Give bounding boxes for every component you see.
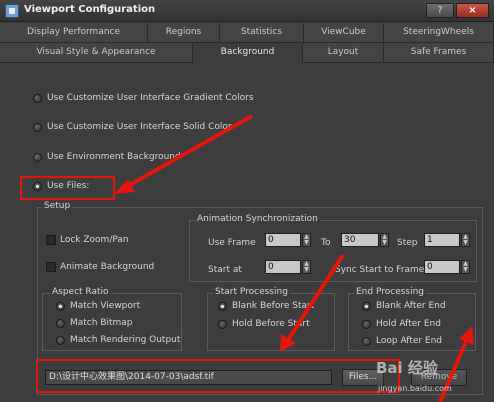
title-bar: Viewport Configuration ? × — [0, 0, 494, 22]
animate-background-checkbox[interactable] — [46, 262, 56, 272]
animation-sync-label: Animation Synchronization — [195, 214, 320, 224]
close-button[interactable]: × — [456, 3, 489, 18]
label-match-rendering-output: Match Rendering Output — [70, 335, 181, 345]
lock-zoom-pan-checkbox[interactable] — [46, 235, 56, 245]
label-match-bitmap: Match Bitmap — [70, 318, 133, 328]
radio-match-rendering-output[interactable] — [56, 336, 65, 345]
end-processing-label: End Processing — [354, 287, 427, 297]
app-icon — [5, 4, 19, 18]
radio-loop-after-end[interactable] — [362, 337, 371, 346]
tab-layout[interactable]: Layout — [303, 43, 384, 63]
help-button[interactable]: ? — [426, 3, 454, 18]
tab-background[interactable]: Background — [193, 43, 303, 63]
step-arrows-icon[interactable]: ▲ ▼ — [461, 233, 470, 247]
baidu-watermark-url: jingyan.baidu.com — [378, 384, 452, 393]
step-field[interactable]: 1 — [424, 233, 460, 247]
aspect-ratio-label: Aspect Ratio — [50, 287, 111, 297]
start-processing-label: Start Processing — [213, 287, 290, 297]
label-environment-background: Use Environment Background — [47, 152, 181, 162]
use-frame-label: Use Frame — [208, 238, 256, 248]
start-at-field[interactable]: 0 — [265, 260, 301, 274]
label-hold-after-end: Hold After End — [376, 319, 441, 329]
animate-background-label: Animate Background — [60, 262, 155, 272]
to-label: To — [321, 238, 331, 248]
tab-steeringwheels[interactable]: SteeringWheels — [384, 23, 494, 43]
tab-row-1: Display Performance Regions Statistics V… — [0, 23, 494, 43]
sync-start-field[interactable]: 0 — [424, 260, 460, 274]
use-frame-arrows-icon[interactable]: ▲ ▼ — [302, 233, 311, 247]
sync-start-arrows-icon[interactable]: ▲ ▼ — [461, 260, 470, 274]
tab-statistics[interactable]: Statistics — [220, 23, 304, 43]
step-label: Step — [397, 238, 418, 248]
lock-zoom-pan-label: Lock Zoom/Pan — [60, 235, 129, 245]
tab-viewcube[interactable]: ViewCube — [304, 23, 384, 43]
to-field[interactable]: 30 — [341, 233, 379, 247]
use-frame-field[interactable]: 0 — [265, 233, 301, 247]
radio-solid-color[interactable] — [33, 123, 42, 132]
use-files-callout-box — [20, 176, 115, 200]
tab-safe-frames[interactable]: Safe Frames — [384, 43, 494, 63]
label-solid-color: Use Customize User Interface Solid Color — [47, 122, 232, 132]
label-blank-before-start: Blank Before Start — [232, 301, 315, 311]
sync-start-label: Sync Start to Frame — [335, 265, 425, 275]
radio-match-bitmap[interactable] — [56, 319, 65, 328]
radio-gradient-colors[interactable] — [33, 94, 42, 103]
radio-blank-after-end[interactable] — [362, 302, 371, 311]
start-at-arrows-icon[interactable]: ▲ ▼ — [302, 260, 311, 274]
radio-hold-after-end[interactable] — [362, 320, 371, 329]
label-blank-after-end: Blank After End — [376, 301, 446, 311]
tab-regions[interactable]: Regions — [148, 23, 220, 43]
baidu-watermark: Bai 经验 — [376, 359, 438, 377]
label-gradient-colors: Use Customize User Interface Gradient Co… — [47, 93, 254, 103]
label-loop-after-end: Loop After End — [376, 336, 443, 346]
start-at-label: Start at — [208, 265, 242, 275]
radio-hold-before-start[interactable] — [218, 320, 227, 329]
window-title: Viewport Configuration — [24, 4, 156, 15]
tab-display-performance[interactable]: Display Performance — [0, 23, 148, 43]
setup-group-label: Setup — [42, 201, 73, 211]
radio-blank-before-start[interactable] — [218, 302, 227, 311]
to-arrows-icon[interactable]: ▲ ▼ — [380, 233, 389, 247]
file-path-callout-box — [36, 359, 400, 393]
tab-visual-style[interactable]: Visual Style & Appearance — [0, 43, 193, 63]
radio-match-viewport[interactable] — [56, 302, 65, 311]
radio-environment-background[interactable] — [33, 153, 42, 162]
tab-row-2: Visual Style & Appearance Background Lay… — [0, 43, 494, 63]
label-match-viewport: Match Viewport — [70, 301, 141, 311]
label-hold-before-start: Hold Before Start — [232, 319, 310, 329]
